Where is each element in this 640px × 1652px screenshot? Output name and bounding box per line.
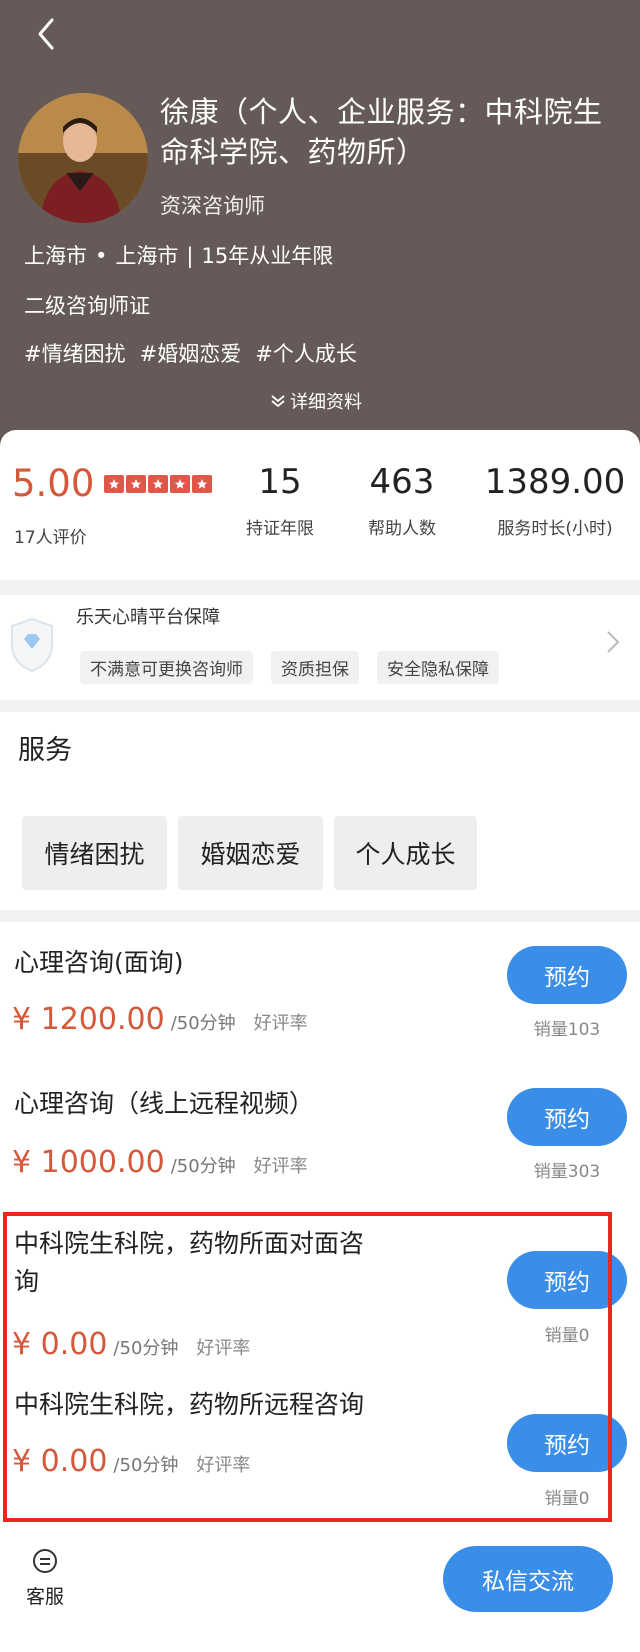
city: 上海市: [115, 244, 179, 268]
review-count[interactable]: 17人评价: [14, 523, 87, 548]
price-unit: /50分钟: [170, 1013, 236, 1034]
book-button[interactable]: 预约: [507, 946, 627, 1004]
sales-count: 销量103: [533, 1020, 601, 1040]
price-amount: ¥ 1200.00: [12, 1002, 165, 1037]
rating-stars: [104, 474, 213, 493]
services-section: 服务 情绪困扰 婚姻恋爱 个人成长: [0, 712, 640, 910]
header-tag: #情绪困扰: [24, 342, 126, 366]
offering-item: 心理咨询（线上远程视频） ¥ 1000.00 /50分钟 好评率 预约 销量30…: [0, 1065, 640, 1205]
sales-count: 销量303: [533, 1162, 601, 1182]
guarantee-tag: 安全隐私保障: [377, 651, 499, 684]
guarantee-tags: 不满意可更换咨询师 资质担保 安全隐私保障: [80, 651, 499, 684]
star-icon: [148, 474, 169, 493]
stat-hours: 1389.00 服务时长(小时): [475, 462, 635, 539]
bar-separator: |: [186, 244, 194, 268]
stat-cert-years: 15 持证年限: [230, 462, 330, 539]
offering-price: ¥ 1000.00 /50分钟 好评率: [12, 1145, 308, 1180]
shield-icon: [11, 617, 53, 673]
offering-name: 心理咨询(面询): [14, 948, 184, 977]
service-tag[interactable]: 情绪困扰: [22, 816, 167, 890]
location-line: 上海市 • 上海市 | 15年从业年限: [24, 240, 333, 270]
divider: [0, 580, 640, 595]
counselor-title: 资深咨询师: [160, 194, 265, 218]
chat-bubble-icon: [33, 1549, 57, 1573]
certificate: 二级咨询师证: [24, 294, 150, 318]
offering-item: 心理咨询(面询) ¥ 1200.00 /50分钟 好评率 预约 销量103: [0, 922, 640, 1062]
customer-service-button[interactable]: 客服: [22, 1548, 68, 1609]
double-chevron-down-icon: [271, 395, 285, 408]
dot-separator: •: [95, 244, 108, 268]
header-tag: #婚姻恋爱: [139, 342, 242, 366]
stat-label: 持证年限: [246, 519, 314, 539]
star-icon: [170, 474, 191, 493]
platform-guarantee[interactable]: 乐天心晴平台保障 不满意可更换咨询师 资质担保 安全隐私保障: [0, 595, 640, 700]
customer-service-label: 客服: [25, 1586, 64, 1608]
back-icon[interactable]: [28, 14, 68, 54]
price-unit: /50分钟: [170, 1156, 236, 1177]
divider: [0, 700, 640, 712]
offering-price: ¥ 1200.00 /50分钟 好评率: [12, 1002, 308, 1037]
offering-name: 心理咨询（线上远程视频）: [14, 1089, 315, 1118]
stat-helped: 463 帮助人数: [352, 462, 452, 539]
stat-label: 帮助人数: [368, 519, 436, 539]
stat-label: 服务时长(小时): [497, 519, 613, 539]
profile-header: 徐康（个人、企业服务：中科院生命科学院、药物所） 资深咨询师 上海市 • 上海市 | 1…: [0, 0, 640, 470]
stat-value: 1389.00: [484, 462, 626, 502]
guarantee-tag: 不满意可更换咨询师: [80, 651, 253, 684]
star-icon: [104, 474, 125, 493]
rate-label: 好评率: [253, 1156, 308, 1177]
book-button[interactable]: 预约: [507, 1088, 627, 1146]
avatar[interactable]: [18, 93, 148, 223]
chevron-right-icon: [607, 631, 620, 653]
detail-link[interactable]: 详细资料: [270, 388, 362, 414]
experience: 15年从业年限: [201, 244, 334, 268]
service-tag[interactable]: 个人成长: [334, 816, 477, 890]
stat-value: 15: [258, 462, 302, 502]
highlight-box: [3, 1212, 612, 1522]
star-icon: [192, 474, 213, 493]
divider: [0, 910, 640, 922]
header-tag: #个人成长: [255, 342, 357, 366]
guarantee-tag: 资质担保: [271, 651, 359, 684]
rate-label: 好评率: [253, 1013, 308, 1034]
services-heading: 服务: [18, 735, 72, 766]
star-icon: [126, 474, 147, 493]
header-tags: #情绪困扰 #婚姻恋爱 #个人成长: [24, 338, 371, 368]
guarantee-title: 乐天心晴平台保障: [76, 607, 220, 628]
rating-score: 5.00: [12, 462, 95, 505]
private-message-button[interactable]: 私信交流: [443, 1546, 613, 1612]
stat-value: 463: [369, 462, 435, 502]
rating: 5.00: [12, 462, 213, 505]
service-tag[interactable]: 婚姻恋爱: [178, 816, 323, 890]
province: 上海市: [24, 244, 87, 268]
detail-link-label: 详细资料: [290, 392, 362, 413]
counselor-name: 徐康（个人、企业服务：中科院生命科学院、药物所）: [160, 95, 603, 169]
price-amount: ¥ 1000.00: [12, 1145, 165, 1180]
